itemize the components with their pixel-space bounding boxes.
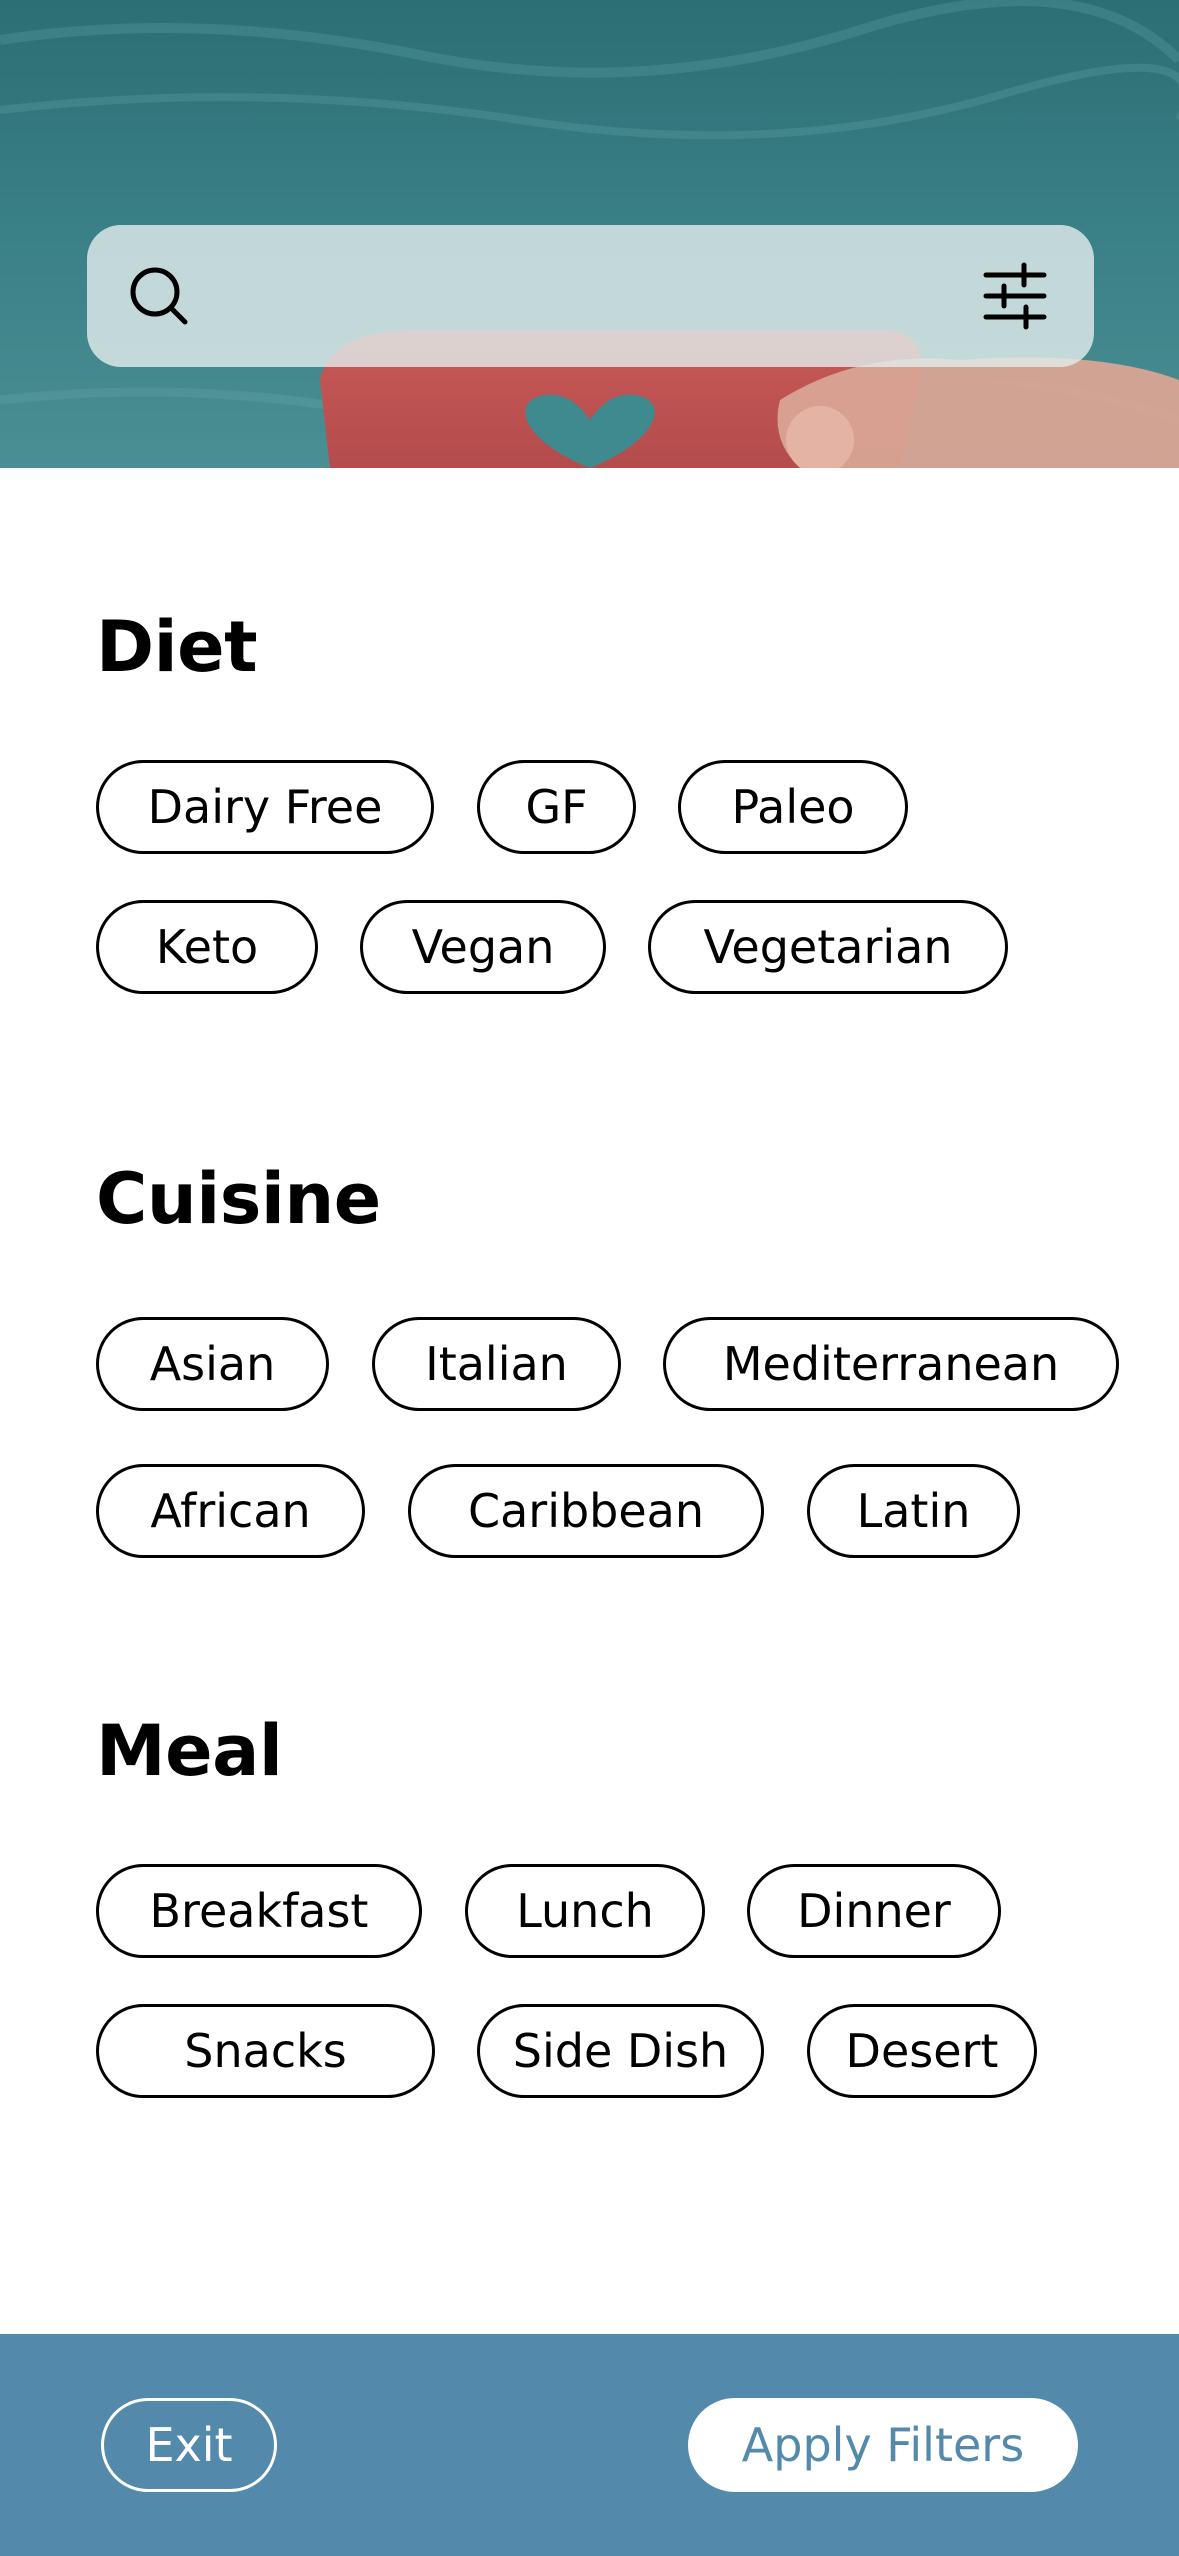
chip-snacks[interactable]: Snacks [96,2004,435,2098]
exit-button[interactable]: Exit [101,2398,277,2492]
chip-keto[interactable]: Keto [96,900,318,994]
chip-lunch[interactable]: Lunch [465,1864,705,1958]
diet-heading: Diet [96,606,258,688]
sliders-icon[interactable] [980,261,1050,331]
chip-desert[interactable]: Desert [807,2004,1037,2098]
cuisine-heading: Cuisine [96,1158,381,1240]
chip-italian[interactable]: Italian [372,1317,621,1411]
chip-dinner[interactable]: Dinner [747,1864,1001,1958]
hero-image [0,0,1179,468]
meal-heading: Meal [96,1710,283,1792]
chip-vegetarian[interactable]: Vegetarian [648,900,1008,994]
footer-bar: Exit Apply Filters [0,2334,1179,2556]
chip-vegan[interactable]: Vegan [360,900,606,994]
chip-dairy-free[interactable]: Dairy Free [96,760,434,854]
chip-mediterranean[interactable]: Mediterranean [663,1317,1119,1411]
chip-asian[interactable]: Asian [96,1317,329,1411]
search-bar[interactable] [87,225,1094,367]
apply-filters-button[interactable]: Apply Filters [688,2398,1078,2492]
chip-side-dish[interactable]: Side Dish [477,2004,764,2098]
chip-breakfast[interactable]: Breakfast [96,1864,422,1958]
chip-caribbean[interactable]: Caribbean [408,1464,764,1558]
chip-gf[interactable]: GF [477,760,636,854]
chip-latin[interactable]: Latin [807,1464,1020,1558]
chip-african[interactable]: African [96,1464,365,1558]
chip-paleo[interactable]: Paleo [678,760,908,854]
search-icon[interactable] [127,264,191,328]
